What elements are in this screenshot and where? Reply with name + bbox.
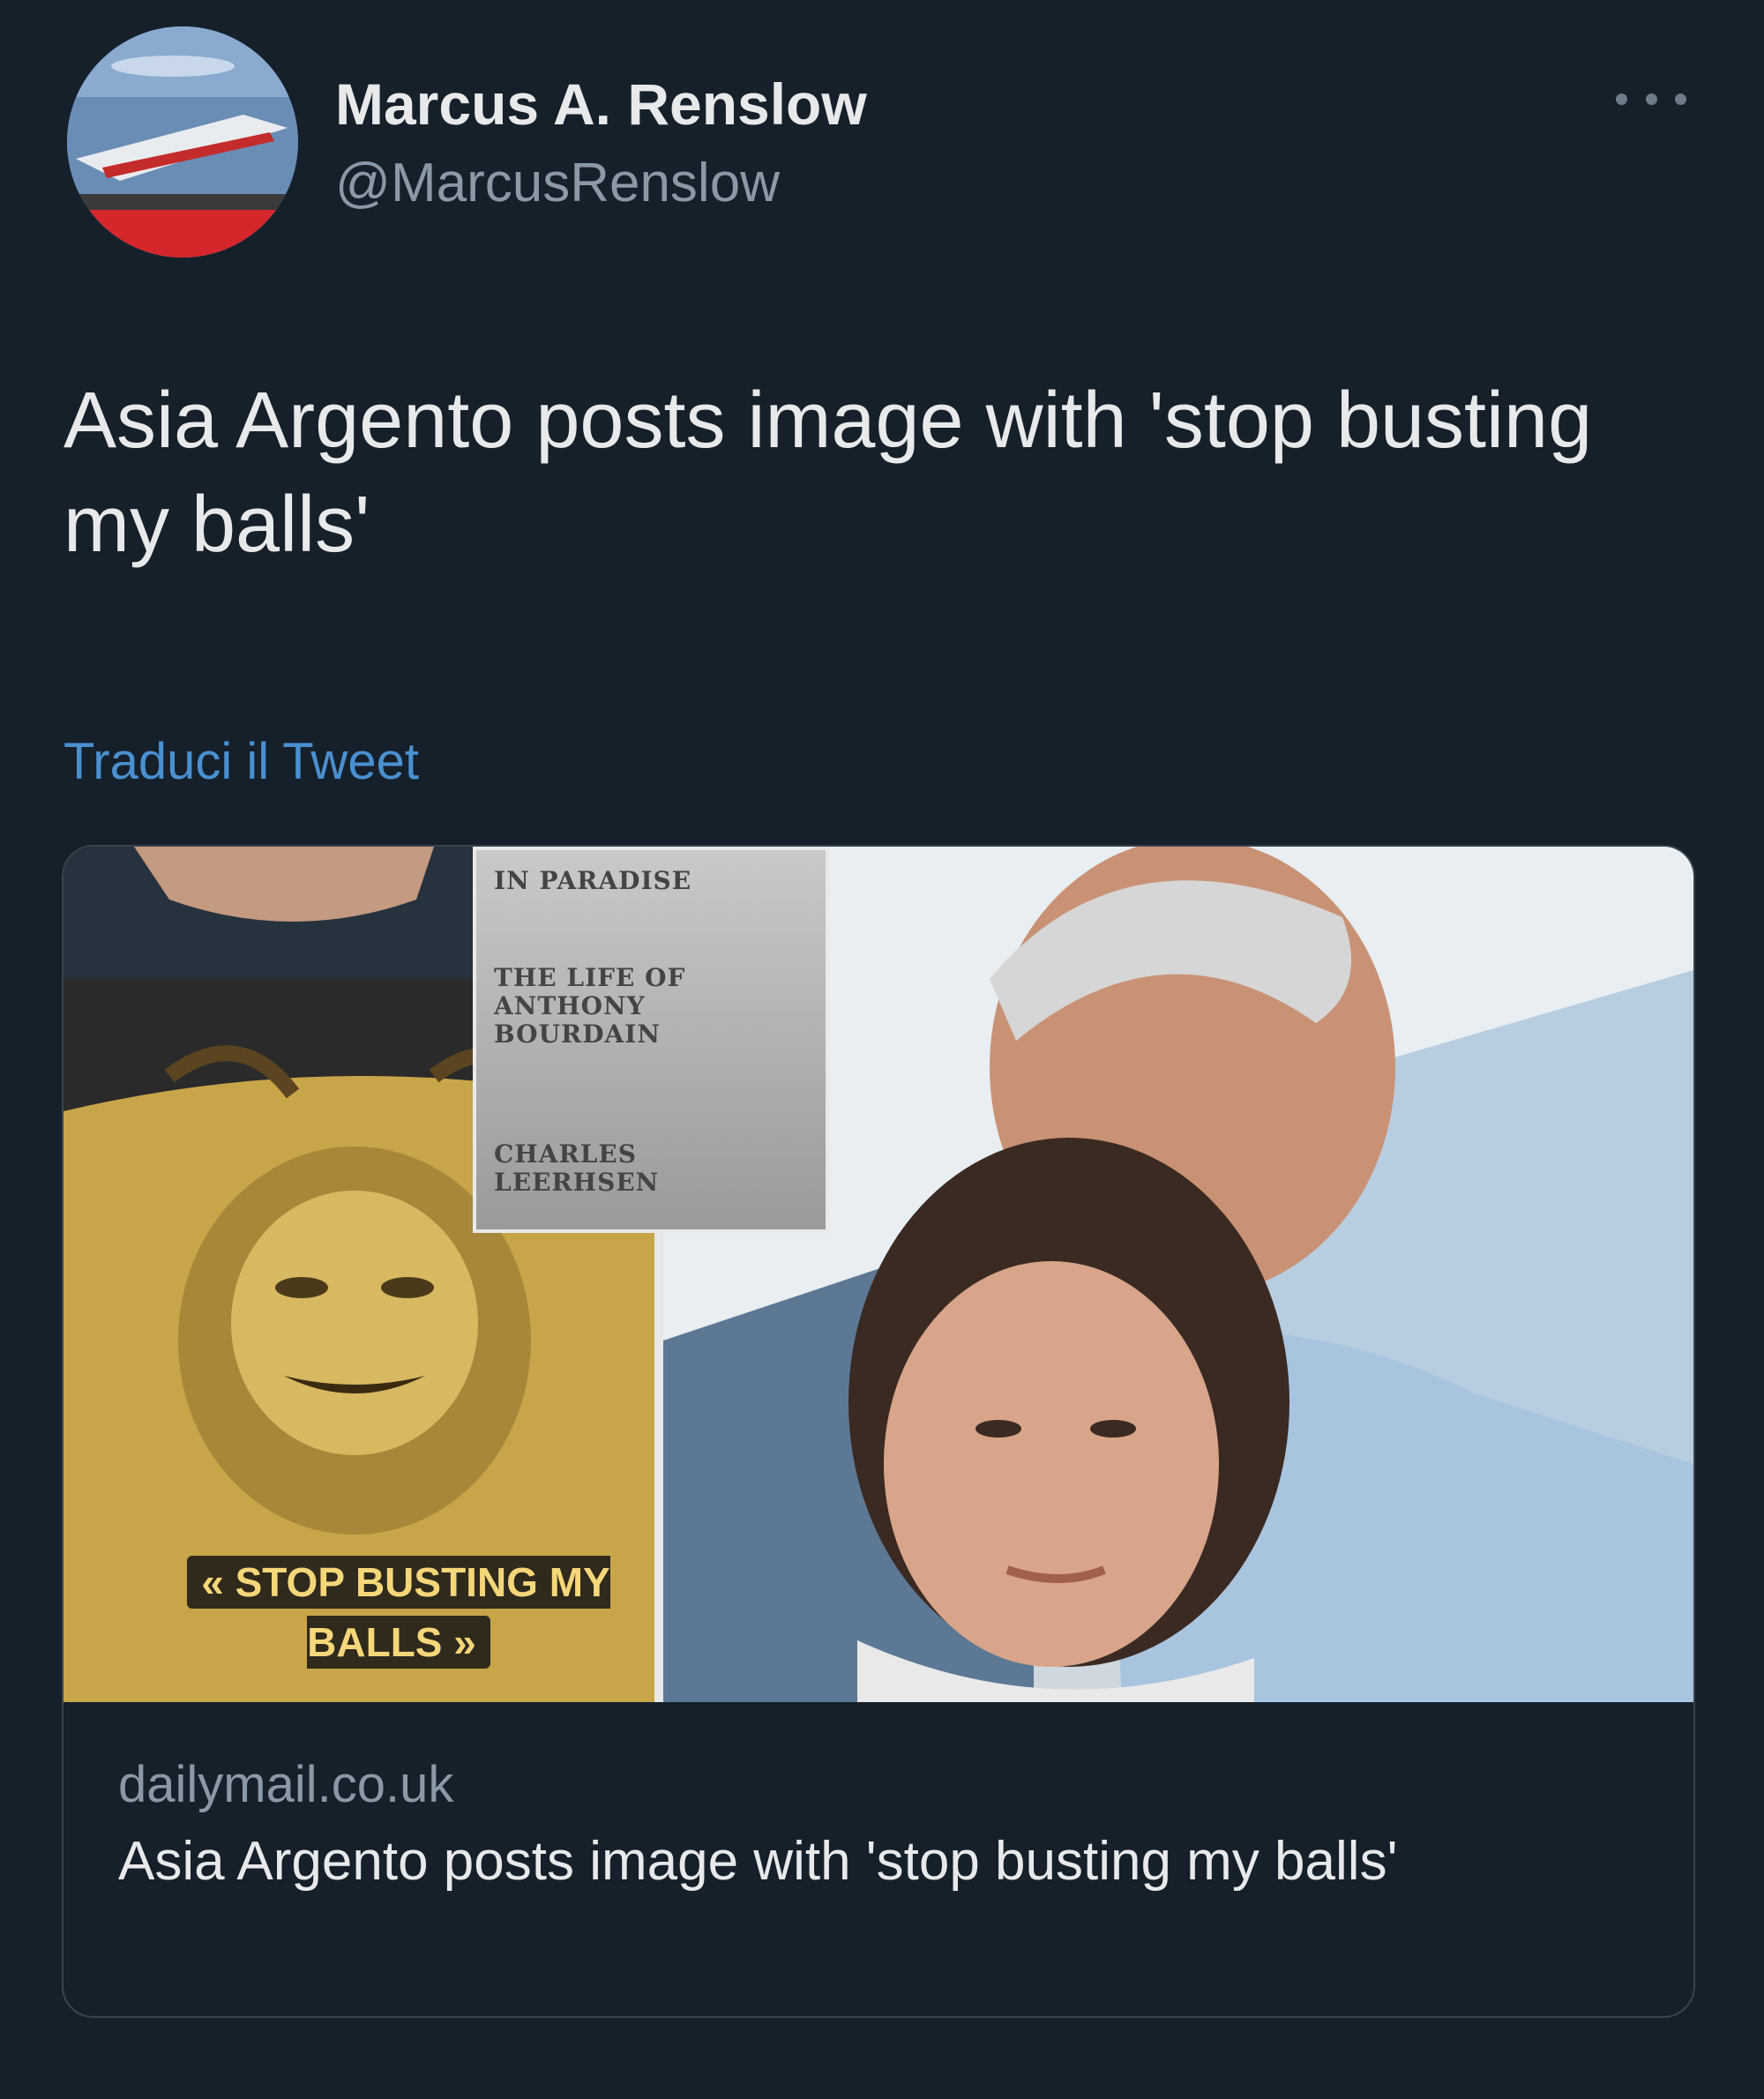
image-caption: « STOP BUSTING MY BALLS » [161,1552,637,1672]
dot [1675,93,1686,105]
avatar[interactable] [67,26,298,258]
dot [1645,93,1657,105]
tweet-text: Asia Argento posts image with 'stop bust… [64,377,1593,569]
user-handle[interactable]: @MarcusRenslow [335,152,780,214]
more-horizontal-icon[interactable] [1616,81,1686,116]
book-author-line: CHARLES [494,1139,637,1169]
book-title-line: ANTHONY [494,991,646,1020]
card-image[interactable]: IN PARADISE THE LIFE OF ANTHONY BOURDAIN… [64,847,1693,1702]
book-title-line: BOURDAIN [494,1020,661,1049]
book-author-line: LEERHSEN [494,1168,660,1197]
book-title-line: IN PARADISE [494,866,692,895]
dot [1616,93,1627,105]
book-title-line: THE LIFE OF [494,963,686,992]
avatar-photo-icon [67,26,298,258]
card-domain: dailymail.co.uk [118,1756,454,1813]
translate-tweet-link[interactable]: Traduci il Tweet [64,732,419,791]
display-name[interactable]: Marcus A. Renslow [335,71,867,138]
card-title: Asia Argento posts image with 'stop bust… [118,1831,1398,1892]
link-preview-card[interactable]: IN PARADISE THE LIFE OF ANTHONY BOURDAIN… [62,845,1695,2018]
book-cover: IN PARADISE THE LIFE OF ANTHONY BOURDAIN… [473,847,829,1233]
